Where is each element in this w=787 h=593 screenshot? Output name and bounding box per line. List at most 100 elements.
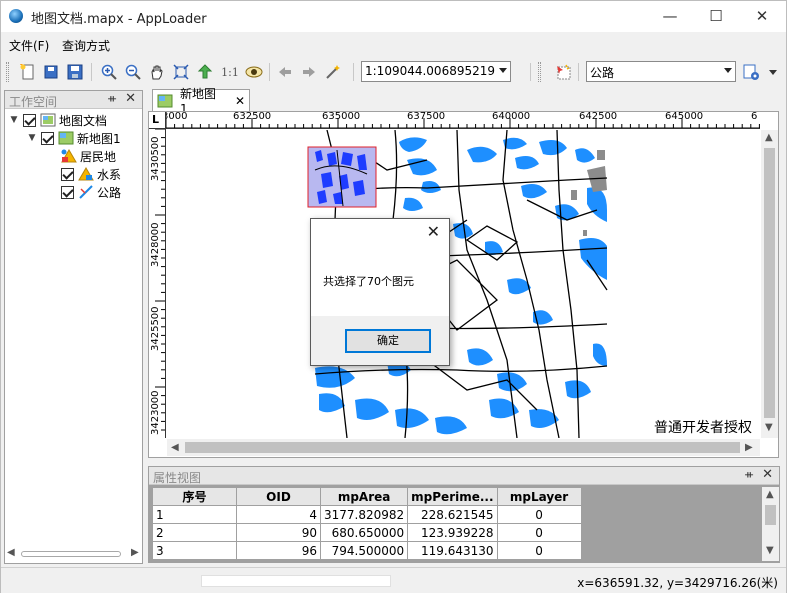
full-extent-icon[interactable] (171, 62, 191, 82)
workspace-panel: 工作空间 ᚑ ✕ ▼ 地图文档 ▼ 新地图1 居民地 水系 公路 ◀ ▶ (4, 90, 143, 564)
workspace-horizontal-scrollbar[interactable]: ◀ ▶ (7, 547, 139, 558)
cell[interactable]: 680.650000 (319, 523, 409, 542)
column-header[interactable]: 序号 (152, 487, 237, 506)
ok-button[interactable]: 确定 (345, 329, 431, 353)
cell[interactable]: 1 (152, 505, 237, 524)
ruler-unit-button[interactable]: L (149, 112, 166, 129)
scroll-right-icon[interactable]: ▶ (131, 547, 139, 558)
map-vertical-scrollbar[interactable]: ▲ ▼ (761, 130, 778, 438)
map-canvas[interactable] (167, 130, 760, 438)
cell[interactable]: 96 (236, 541, 321, 560)
toolbar-overflow-arrow[interactable] (766, 62, 780, 82)
tree-node-settlement[interactable]: 居民地 (61, 147, 116, 165)
refresh-map-icon[interactable] (195, 62, 215, 82)
menu-query-mode[interactable]: 查询方式 (62, 37, 110, 54)
attribute-vertical-scrollbar[interactable]: ▲ ▼ (762, 487, 779, 561)
cell[interactable]: 0 (496, 523, 582, 542)
cell[interactable]: 0 (496, 505, 582, 524)
cell[interactable]: 3177.820982 (319, 505, 409, 524)
layer-properties-icon[interactable] (741, 62, 761, 82)
pan-hand-icon[interactable] (147, 62, 167, 82)
chevron-down-icon[interactable] (499, 68, 507, 73)
scrollbar-thumb[interactable] (765, 505, 776, 525)
view-eye-icon[interactable] (244, 62, 264, 82)
layer-checkbox[interactable] (23, 113, 36, 127)
workspace-close-button[interactable]: ✕ (125, 91, 136, 106)
cell[interactable]: 2 (152, 523, 237, 542)
scroll-up-icon[interactable]: ▲ (766, 489, 774, 500)
ruler-tick-label: 640000 (492, 112, 531, 122)
toolbar-grip[interactable] (538, 62, 541, 82)
scrollbar-thumb[interactable] (764, 148, 775, 418)
toolbar-separator (578, 63, 579, 81)
tab-new-map[interactable]: 新地图1 ✕ (152, 87, 250, 116)
cell[interactable]: 228.621545 (407, 505, 498, 524)
toolbar-grip[interactable] (6, 62, 9, 82)
close-button[interactable]: ✕ (739, 1, 785, 32)
scroll-left-icon[interactable]: ◀ (7, 547, 15, 558)
chevron-down-icon[interactable] (724, 68, 732, 73)
tree-node-map-document[interactable]: ▼ 地图文档 (9, 111, 107, 129)
toolbar-separator (91, 63, 92, 81)
attribute-header: 属性视图 ᚑ ✕ (149, 467, 779, 485)
scroll-up-icon[interactable]: ▲ (765, 132, 773, 143)
active-layer-select[interactable]: 公路 (586, 61, 736, 82)
cell[interactable]: 123.939228 (407, 523, 498, 542)
dialog-message: 共选择了70个图元 (323, 275, 414, 288)
previous-view-icon[interactable] (275, 62, 295, 82)
new-document-icon[interactable] (18, 62, 38, 82)
column-header[interactable]: mpLayer (496, 487, 582, 506)
table-row[interactable]: 2 90 680.650000 123.939228 0 (152, 523, 582, 542)
column-header[interactable]: OID (236, 487, 321, 506)
attribute-panel: 属性视图 ᚑ ✕ 序号 OID mpArea mpPerime... mpLay… (148, 466, 780, 563)
actual-size-button[interactable]: 1:1 (219, 62, 241, 82)
pin-icon[interactable]: ᚑ (745, 468, 753, 481)
tree-node-road[interactable]: 公路 (61, 183, 121, 201)
scroll-left-icon[interactable]: ◀ (171, 442, 179, 453)
ruler-tick-label: 635000 (322, 112, 361, 122)
tree-node-label: 公路 (97, 185, 122, 200)
open-document-icon[interactable] (41, 62, 61, 82)
cell[interactable]: 4 (236, 505, 321, 524)
map-horizontal-scrollbar[interactable]: ◀ ▶ (167, 439, 760, 456)
select-features-icon[interactable] (553, 62, 573, 82)
cell[interactable]: 90 (236, 523, 321, 542)
column-header[interactable]: mpPerime... (407, 487, 498, 506)
collapse-icon[interactable]: ▼ (9, 115, 19, 125)
cell[interactable]: 0 (496, 541, 582, 560)
app-globe-icon (9, 9, 23, 23)
window-title: 地图文档.mapx - AppLoader (31, 12, 207, 27)
cell[interactable]: 794.500000 (319, 541, 409, 560)
collapse-icon[interactable]: ▼ (27, 133, 37, 143)
scroll-down-icon[interactable]: ▼ (765, 422, 773, 433)
zoom-out-icon[interactable] (123, 62, 143, 82)
attribute-close-button[interactable]: ✕ (762, 467, 773, 482)
scale-combobox[interactable]: 1:109044.006895219 (361, 61, 511, 82)
table-row[interactable]: 1 4 3177.820982 228.621545 0 (152, 505, 582, 524)
maximize-button[interactable]: ☐ (693, 1, 739, 32)
table-row[interactable]: 3 96 794.500000 119.643130 0 (152, 541, 582, 560)
scrollbar-thumb[interactable] (21, 551, 121, 557)
column-header[interactable]: mpArea (319, 487, 409, 506)
tab-close-button[interactable]: ✕ (235, 94, 245, 108)
layer-checkbox[interactable] (41, 131, 54, 145)
tree-node-map[interactable]: ▼ 新地图1 (27, 129, 121, 147)
scrollbar-thumb[interactable] (185, 442, 740, 453)
minimize-button[interactable]: — (647, 1, 693, 32)
pin-icon[interactable]: ᚑ (108, 92, 116, 105)
cursor-coordinates: x=636591.32, y=3429716.26(米) (577, 576, 778, 590)
magic-wand-icon[interactable] (323, 62, 343, 82)
dialog-close-button[interactable]: ✕ (427, 222, 440, 241)
menu-file[interactable]: 文件(F) (9, 37, 49, 54)
save-icon[interactable] (65, 62, 85, 82)
scroll-right-icon[interactable]: ▶ (745, 442, 753, 453)
zoom-in-icon[interactable] (99, 62, 119, 82)
layer-checkbox[interactable] (61, 167, 74, 181)
next-view-icon[interactable] (299, 62, 319, 82)
tree-node-water[interactable]: 水系 (61, 165, 121, 183)
scroll-down-icon[interactable]: ▼ (766, 545, 774, 556)
layer-checkbox[interactable] (61, 185, 74, 199)
cell[interactable]: 3 (152, 541, 237, 560)
license-watermark: 普通开发者授权 (654, 420, 752, 436)
cell[interactable]: 119.643130 (407, 541, 498, 560)
